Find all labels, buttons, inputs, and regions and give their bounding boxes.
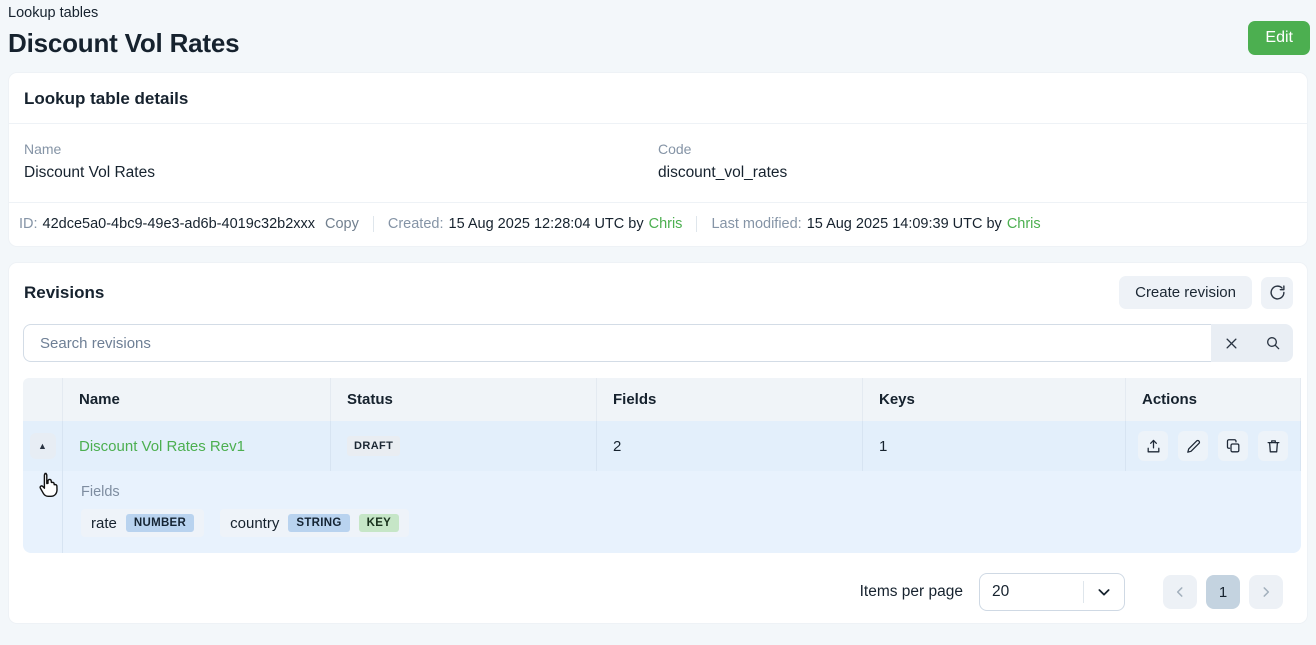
delete-revision-button[interactable] (1258, 431, 1288, 461)
details-card-title: Lookup table details (24, 89, 189, 108)
close-icon (1226, 338, 1237, 348)
create-revision-button[interactable]: Create revision (1119, 276, 1252, 309)
divider (1083, 581, 1084, 603)
created-user[interactable]: Chris (649, 216, 683, 232)
copy-id-button[interactable]: Copy (325, 216, 359, 232)
chevron-left-icon (1176, 587, 1183, 597)
code-label: Code (658, 141, 692, 157)
status-badge: DRAFT (347, 436, 401, 456)
expanded-fields-label: Fields (81, 484, 120, 500)
code-value: discount_vol_rates (658, 164, 788, 181)
search-input[interactable] (23, 324, 1211, 362)
clear-search-button[interactable] (1211, 324, 1252, 362)
divider (372, 216, 374, 232)
items-per-page-label: Items per page (859, 583, 963, 600)
field-chip: country STRING KEY (220, 509, 410, 537)
revision-link[interactable]: Discount Vol Rates Rev1 (79, 438, 245, 455)
search-button[interactable] (1252, 324, 1293, 362)
divider (696, 216, 698, 232)
chevron-down-icon (1098, 589, 1110, 596)
field-name: country (230, 514, 280, 532)
page-title: Discount Vol Rates (8, 28, 240, 58)
column-header-name: Name (63, 378, 331, 421)
expanded-row-content: Fields rate NUMBER country STRING KEY (63, 471, 1301, 553)
revisions-table: Name Status Fields Keys Actions ▲ Discou… (23, 378, 1301, 553)
name-value: Discount Vol Rates (24, 164, 155, 181)
column-header-keys: Keys (863, 378, 1126, 421)
edit-revision-button[interactable] (1178, 431, 1208, 461)
modified-user[interactable]: Chris (1007, 216, 1041, 232)
page-size-value: 20 (992, 583, 1010, 600)
created-timestamp: 15 Aug 2025 12:28:04 UTC by (448, 216, 644, 232)
revision-keys-cell: 1 (863, 421, 1126, 471)
search-controls (1211, 324, 1293, 362)
revision-actions-cell (1126, 421, 1301, 471)
field-type-badge: NUMBER (125, 514, 195, 532)
refresh-button[interactable] (1261, 276, 1293, 309)
code-field: Code discount_vol_rates (658, 141, 1292, 182)
id-value: 42dce5a0-4bc9-49e3-ad6b-4019c32b2xxx (42, 216, 316, 232)
lookup-table-details-card: Lookup table details Name Discount Vol R… (8, 72, 1308, 247)
page-header: Lookup tables Discount Vol Rates Edit (0, 0, 1316, 69)
collapse-row-button[interactable]: ▲ (29, 433, 56, 459)
edit-button[interactable]: Edit (1248, 21, 1310, 55)
page-size-select[interactable]: 20 (979, 573, 1125, 611)
copy-icon (1226, 438, 1239, 452)
id-label: ID: (19, 216, 38, 232)
table-row-expander-cell: ▲ (23, 421, 63, 471)
field-name: rate (91, 514, 117, 532)
revisions-title: Revisions (24, 282, 105, 302)
field-type-badge: STRING (288, 514, 350, 532)
name-label: Name (24, 141, 62, 157)
revisions-card: Revisions Create revision Search revisio… (8, 262, 1308, 624)
expanded-row-gutter (23, 471, 63, 553)
duplicate-revision-button[interactable] (1218, 431, 1248, 461)
chevron-right-icon (1263, 587, 1270, 597)
column-header-actions: Actions (1126, 378, 1301, 421)
breadcrumb[interactable]: Lookup tables (8, 4, 1308, 21)
field-key-badge: KEY (358, 514, 400, 532)
column-header-fields: Fields (597, 378, 863, 421)
name-field: Name Discount Vol Rates (24, 141, 658, 182)
previous-page-button[interactable] (1163, 575, 1197, 609)
created-label: Created: (387, 216, 444, 232)
search-icon (1266, 337, 1279, 350)
pagination: Items per page 20 1 (9, 553, 1307, 611)
export-revision-button[interactable] (1138, 431, 1168, 461)
column-header-status: Status (331, 378, 597, 421)
pencil-icon (1186, 439, 1200, 453)
page-1-button[interactable]: 1 (1206, 575, 1240, 609)
modified-label: Last modified: (711, 216, 802, 232)
upload-icon (1147, 439, 1159, 452)
trash-icon (1267, 439, 1279, 452)
revision-status-cell: DRAFT (331, 421, 597, 471)
field-chip: rate NUMBER (81, 509, 205, 537)
revision-fields-cell: 2 (597, 421, 863, 471)
next-page-button[interactable] (1249, 575, 1283, 609)
header-expander-column (23, 378, 63, 421)
refresh-icon (1269, 285, 1285, 300)
revision-name-cell: Discount Vol Rates Rev1 (63, 421, 331, 471)
modified-timestamp: 15 Aug 2025 14:09:39 UTC by (806, 216, 1002, 232)
